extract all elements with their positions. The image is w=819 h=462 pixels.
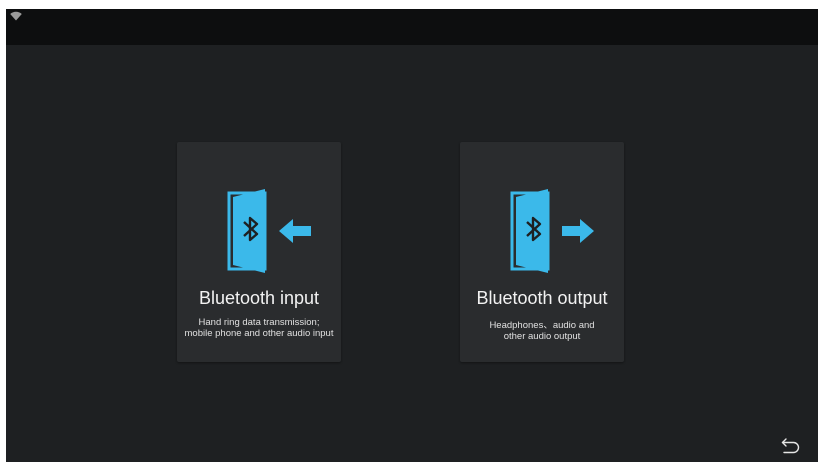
bluetooth-input-icon [227, 189, 311, 273]
card-description-line: Hand ring data transmission; [198, 317, 320, 328]
card-title: Bluetooth input [198, 288, 320, 308]
bluetooth-output-card[interactable]: Bluetooth output Headphones、audio and ot… [460, 142, 624, 362]
bluetooth-output-icon [510, 189, 594, 273]
back-arrow-icon[interactable] [781, 437, 801, 455]
status-bar [6, 9, 818, 45]
wifi-icon [10, 11, 22, 21]
card-description: Hand ring data transmission; mobile phon… [177, 317, 341, 339]
card-description-line: Headphones、audio and [489, 320, 595, 331]
card-description-line: other audio output [503, 331, 581, 342]
card-description: Headphones、audio and other audio output [460, 320, 624, 342]
card-description-line: mobile phone and other audio input [184, 328, 334, 339]
bluetooth-input-card[interactable]: Bluetooth input Hand ring data transmiss… [177, 142, 341, 362]
screen: Bluetooth input Hand ring data transmiss… [6, 9, 818, 462]
card-title: Bluetooth output [476, 288, 608, 308]
